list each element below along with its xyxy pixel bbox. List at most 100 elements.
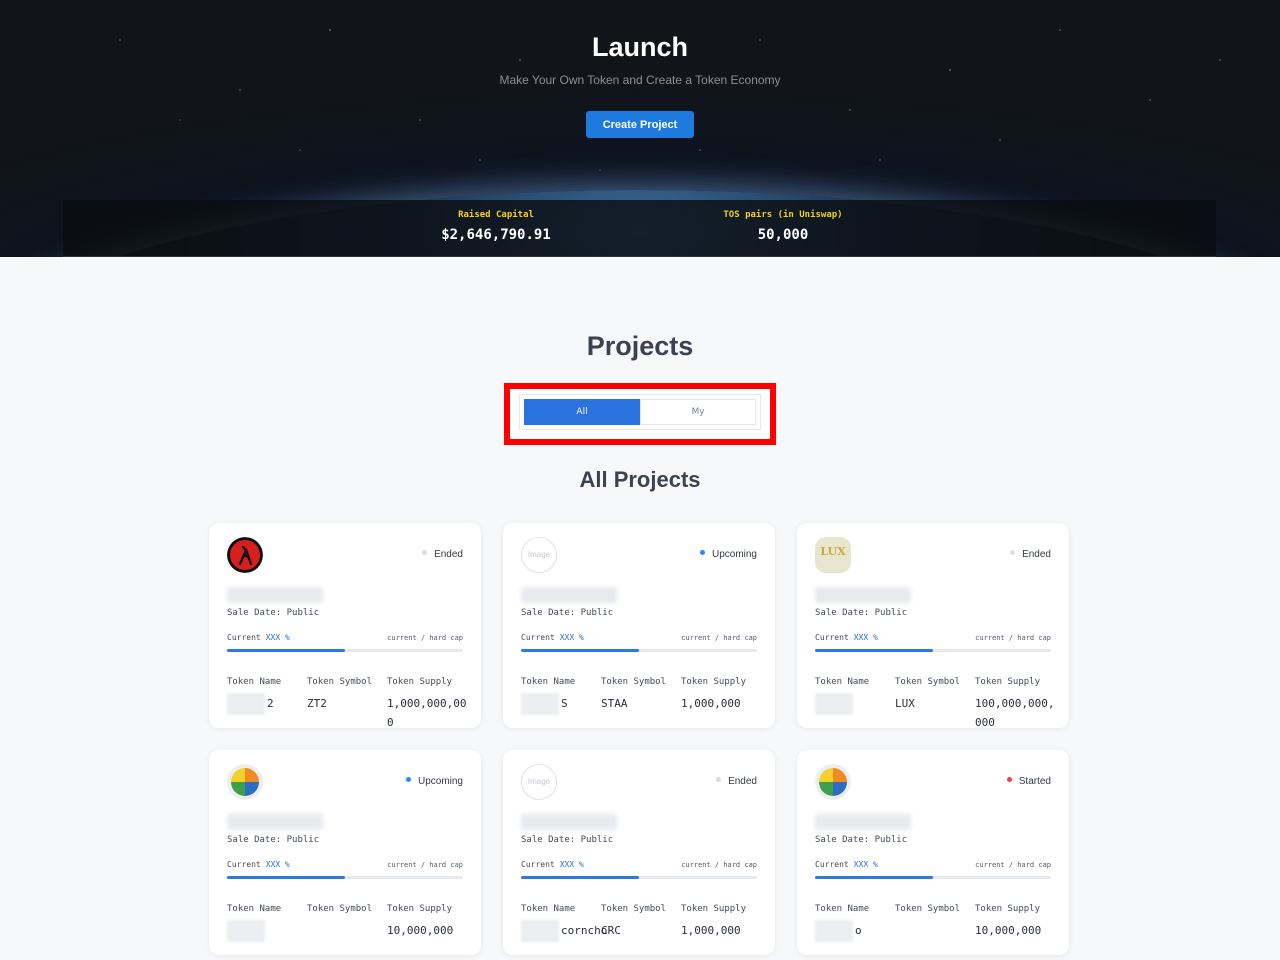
- lux-logo-icon: LUX: [815, 537, 851, 573]
- status-badge: Ended: [1010, 549, 1051, 560]
- token-supply-label: Token Supply: [975, 904, 1041, 914]
- projects-title: Projects: [586, 331, 694, 361]
- status-text: Upcoming: [417, 776, 463, 787]
- status-text: Started: [1018, 776, 1051, 787]
- token-supply-label: Token Supply: [387, 677, 453, 687]
- current-percent: XXX %: [559, 633, 584, 642]
- token-symbol-value: LUX: [895, 697, 915, 710]
- create-project-button[interactable]: Create Project: [586, 111, 694, 138]
- progress-bar: [815, 876, 1051, 879]
- status-text: Upcoming: [711, 549, 757, 560]
- image-placeholder-icon: Image: [521, 764, 557, 800]
- sale-date: Sale Date: Public: [227, 835, 320, 845]
- status-dot: [405, 777, 411, 782]
- current-percent: XXX %: [853, 633, 878, 642]
- progress-bar-fill: [521, 876, 639, 879]
- tab-all[interactable]: All: [524, 399, 640, 425]
- token-name-label: Token Name: [815, 904, 870, 914]
- sale-date: Sale Date: Public: [521, 835, 614, 845]
- current-progress-label: Current XXX %: [227, 860, 290, 869]
- progress-bar: [227, 649, 463, 652]
- current-label: Current: [815, 860, 849, 869]
- current-progress-label: Current XXX %: [815, 860, 878, 869]
- token-supply-value: 10,000,000: [975, 924, 1042, 937]
- project-filter-toggle: All My: [519, 394, 761, 430]
- current-label: Current: [227, 860, 261, 869]
- token-symbol-label: Token Symbol: [895, 904, 961, 914]
- token-supply-label: Token Supply: [681, 904, 747, 914]
- token-name-value: o: [855, 924, 862, 937]
- token-supply-label: Token Supply: [681, 677, 747, 687]
- status-badge: Started: [1006, 776, 1051, 787]
- sale-date: Sale Date: Public: [227, 608, 320, 618]
- hard-cap-label: current / hard cap: [975, 861, 1051, 869]
- current-percent: XXX %: [265, 633, 290, 642]
- project-name-redacted: [815, 814, 911, 830]
- token-name-label: Token Name: [521, 677, 576, 687]
- token-name-value: S: [561, 697, 568, 710]
- raised-capital-stat: Raised Capital $2,646,790.91: [376, 210, 616, 243]
- current-progress-label: Current XXX %: [521, 860, 584, 869]
- token-symbol-label: Token Symbol: [307, 904, 373, 914]
- page-title: Launch: [591, 32, 688, 62]
- progress-bar-fill: [227, 876, 345, 879]
- current-progress-label: Current XXX %: [815, 633, 878, 642]
- project-name-redacted: [521, 814, 617, 830]
- progress-bar: [227, 876, 463, 879]
- project-name-redacted: [227, 587, 323, 603]
- project-card[interactable]: Image Upcoming Sale Date: Public Current XXX…: [503, 523, 775, 728]
- status-text: Ended: [728, 776, 757, 787]
- progress-bar-fill: [815, 649, 933, 652]
- project-card[interactable]: Started Sale Date: Public Current XXX % curr…: [797, 750, 1069, 955]
- token-symbol-value: STAA: [601, 697, 628, 710]
- red-figure-logo-icon: [227, 537, 263, 573]
- token-name-redacted: [815, 693, 853, 715]
- color-wheel-logo-icon: [815, 764, 851, 800]
- page-subtitle: Make Your Own Token and Create a Token E…: [499, 73, 781, 87]
- current-label: Current: [227, 633, 261, 642]
- token-symbol-label: Token Symbol: [895, 677, 961, 687]
- project-card[interactable]: Upcoming Sale Date: Public Current XXX % cur…: [209, 750, 481, 955]
- token-symbol-value: ZT2: [307, 697, 327, 710]
- status-badge: Upcoming: [699, 549, 757, 560]
- stat-label: Raised Capital: [458, 210, 534, 220]
- project-card[interactable]: Image Ended Sale Date: Public Current XXX % c…: [503, 750, 775, 955]
- tab-my[interactable]: My: [640, 399, 756, 425]
- current-label: Current: [521, 633, 555, 642]
- status-badge: Ended: [716, 776, 757, 787]
- token-name-label: Token Name: [227, 677, 282, 687]
- sale-date: Sale Date: Public: [815, 835, 908, 845]
- project-card[interactable]: LUX Ended Sale Date: Public Current XXX % cur…: [797, 523, 1069, 729]
- color-wheel-logo-icon: [227, 764, 263, 800]
- token-supply-value: 10,000,000: [387, 924, 454, 937]
- token-supply-label: Token Supply: [387, 904, 453, 914]
- token-supply-value: 1,000,000: [681, 697, 741, 710]
- token-name-label: Token Name: [521, 904, 576, 914]
- progress-bar: [521, 649, 757, 652]
- hard-cap-label: current / hard cap: [681, 861, 757, 869]
- progress-bar-fill: [815, 876, 933, 879]
- status-dot: [422, 550, 428, 555]
- status-badge: Upcoming: [405, 776, 463, 787]
- progress-bar-fill: [227, 649, 345, 652]
- current-progress-label: Current XXX %: [521, 633, 584, 642]
- token-name-redacted: [227, 920, 265, 942]
- token-supply-value: 100,000,000,000: [975, 697, 1055, 729]
- status-dot: [1006, 777, 1012, 782]
- token-supply-value: 1,000,000: [681, 924, 741, 937]
- status-text: Ended: [434, 549, 463, 560]
- hard-cap-label: current / hard cap: [387, 861, 463, 869]
- all-projects-title: All Projects: [579, 467, 701, 492]
- project-name-redacted: [227, 814, 323, 830]
- project-name-redacted: [521, 587, 617, 603]
- project-card[interactable]: Ended Sale Date: Public Current XXX % curren…: [209, 523, 481, 729]
- stat-value: $2,646,790.91: [441, 227, 551, 243]
- sale-date: Sale Date: Public: [521, 608, 614, 618]
- tos-pairs-stat: TOS pairs (in Uniswap) 50,000: [663, 210, 903, 243]
- progress-bar: [521, 876, 757, 879]
- hard-cap-label: current / hard cap: [681, 634, 757, 642]
- current-label: Current: [521, 860, 555, 869]
- sale-date: Sale Date: Public: [815, 608, 908, 618]
- stats-bar: Raised Capital $2,646,790.91 TOS pairs (…: [63, 200, 1216, 257]
- current-percent: XXX %: [559, 860, 584, 869]
